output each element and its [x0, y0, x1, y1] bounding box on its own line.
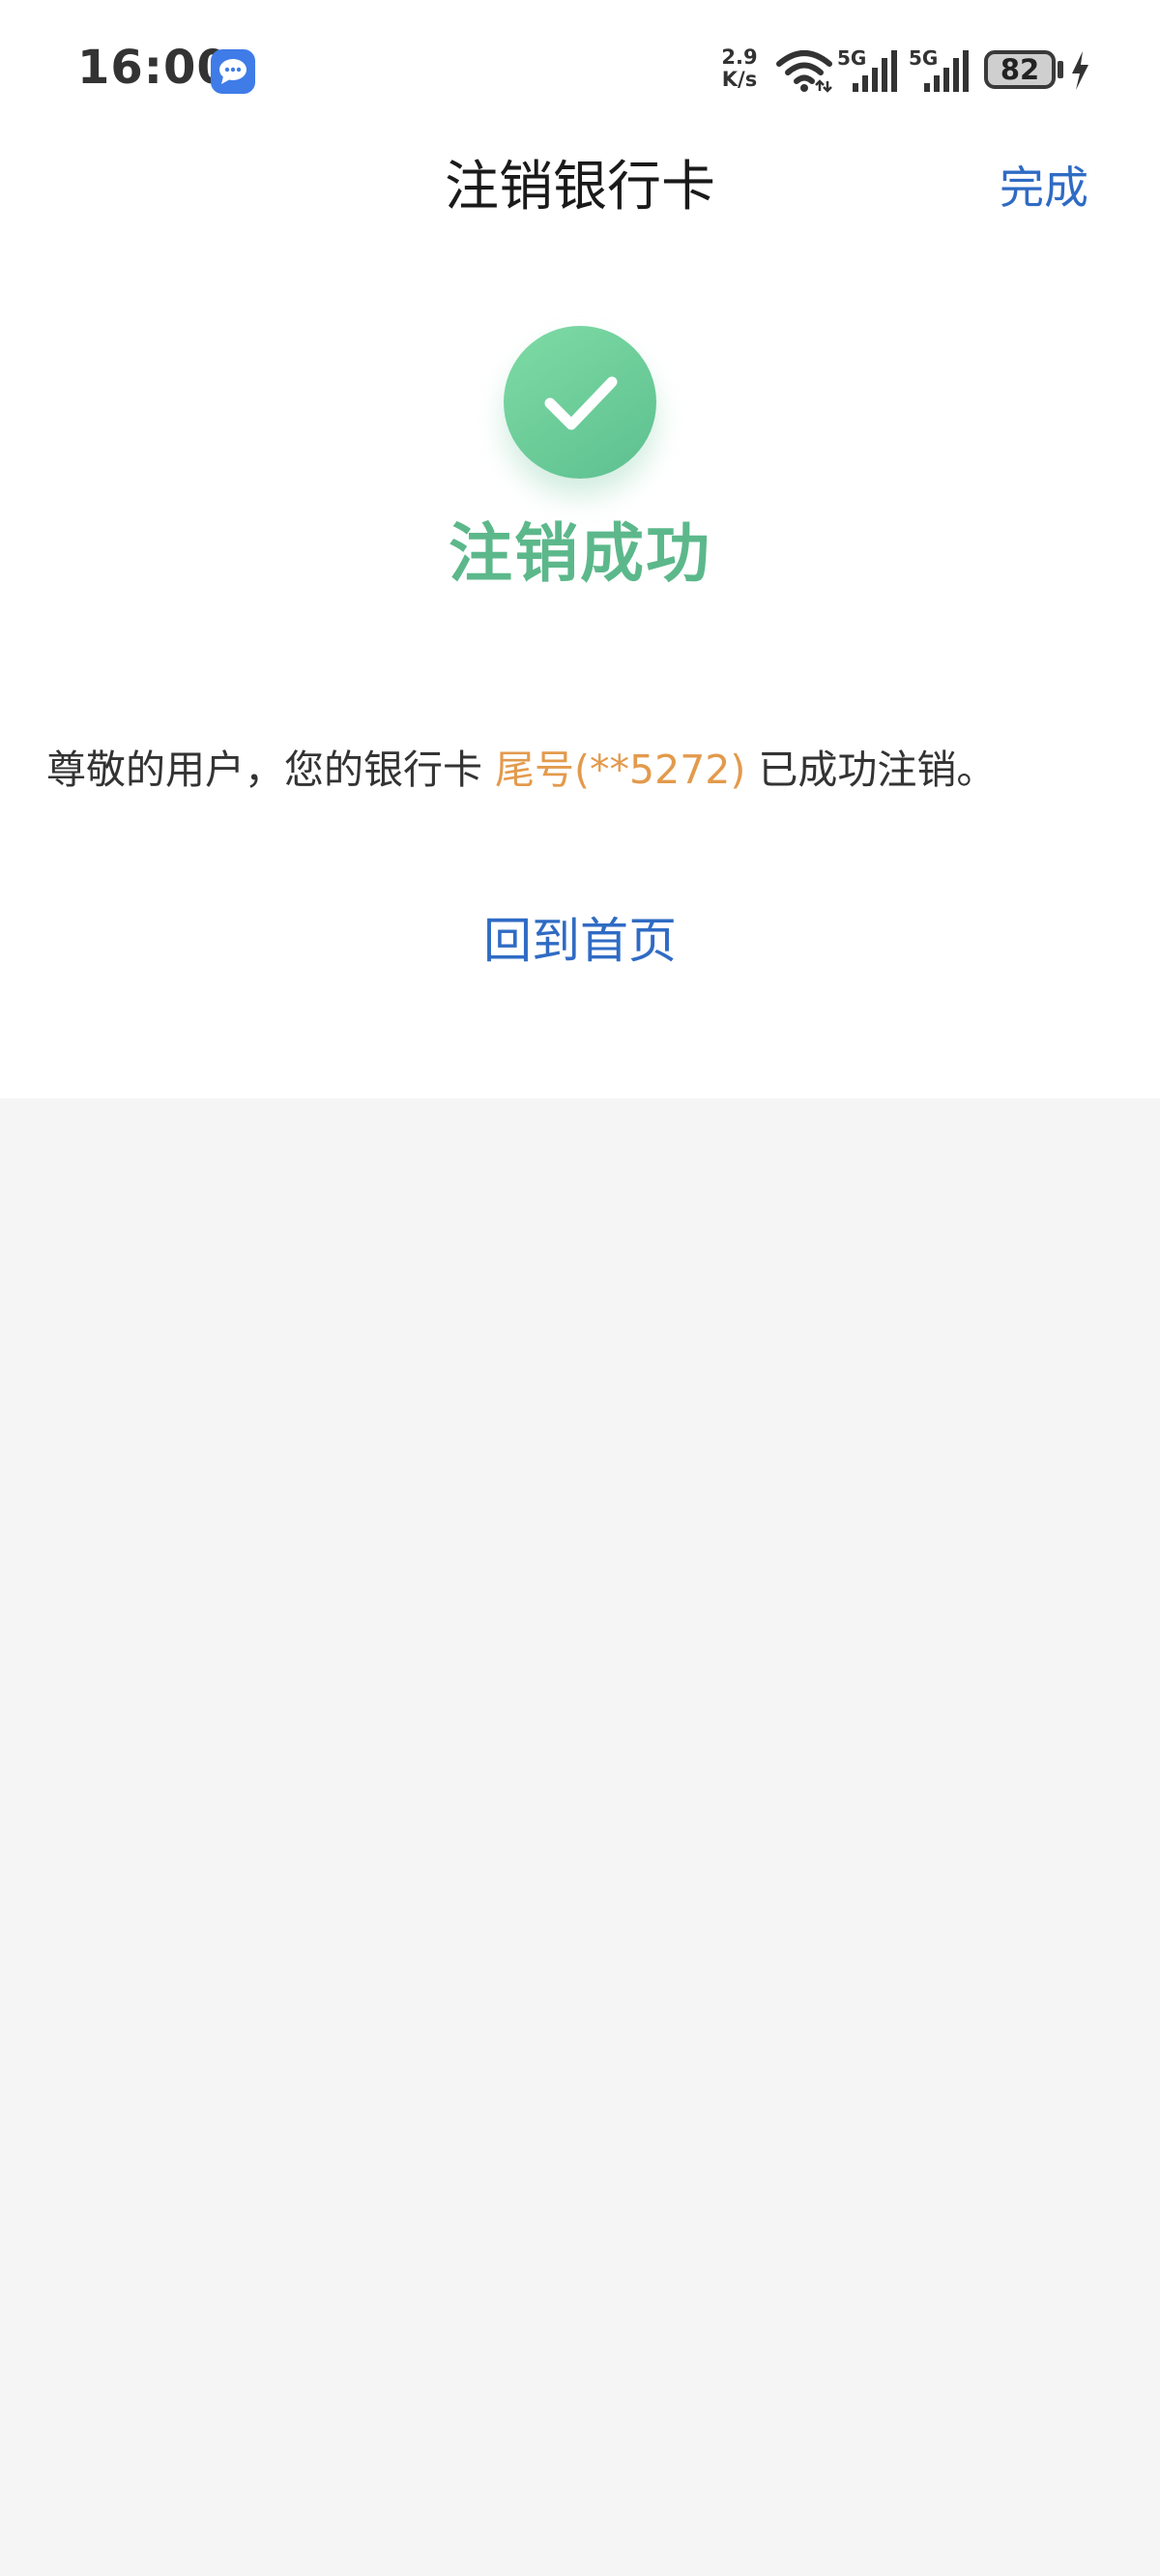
network-speed-unit: K/s: [721, 68, 758, 91]
network-speed-value: 2.9: [721, 45, 758, 69]
back-to-home-link[interactable]: 回到首页: [387, 907, 773, 975]
status-bar: 16:00 2.9 K/s 5G 5G 82: [0, 0, 1160, 135]
page-title: 注销银行卡: [445, 156, 715, 219]
network-speed: 2.9 K/s: [715, 46, 764, 91]
checkmark-icon: [544, 376, 618, 430]
result-message: 尊敬的用户，您的银行卡 尾号(**5272) 已成功注销。: [46, 739, 1119, 801]
cellular-signal-icon: 5G: [909, 46, 971, 97]
status-time: 16:00: [77, 41, 230, 95]
signal-type-label: 5G: [837, 46, 867, 70]
charging-bolt-icon: [1069, 50, 1090, 95]
signal-type-label: 5G: [909, 46, 939, 70]
battery-tip: [1058, 61, 1063, 78]
success-badge: [504, 326, 656, 479]
content-panel: 16:00 2.9 K/s 5G 5G 82 注销银行卡 完成 注销成功 尊敬的…: [0, 0, 1160, 1098]
card-tail-number: 尾号(**5272): [495, 746, 746, 793]
wifi-icon: [775, 48, 833, 97]
chat-bubble-icon: [211, 49, 255, 94]
done-button[interactable]: 完成: [976, 153, 1112, 222]
cellular-signal-icon: 5G: [837, 46, 899, 97]
message-prefix: 尊敬的用户，您的银行卡: [46, 746, 496, 793]
result-title: 注销成功: [449, 516, 711, 591]
message-suffix: 已成功注销。: [745, 746, 997, 793]
battery-indicator: 82: [984, 50, 1056, 89]
